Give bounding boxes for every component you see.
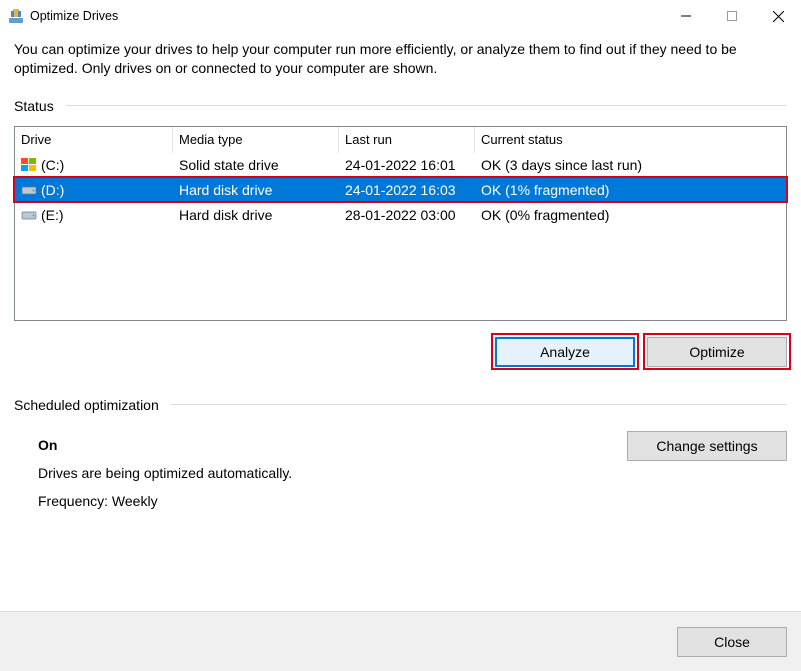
- drive-media: Hard disk drive: [173, 207, 339, 223]
- app-icon: [8, 8, 24, 24]
- title-bar: Optimize Drives: [0, 0, 801, 32]
- table-header: Drive Media type Last run Current status: [15, 127, 786, 153]
- close-button[interactable]: Close: [677, 627, 787, 657]
- drive-last: 24-01-2022 16:03: [339, 182, 475, 198]
- scheduled-section: Scheduled optimization On Drives are bei…: [14, 397, 787, 515]
- scheduled-on: On: [38, 431, 627, 459]
- drive-icon: [21, 182, 37, 198]
- close-window-button[interactable]: [755, 0, 801, 32]
- window-title: Optimize Drives: [30, 9, 118, 23]
- scheduled-label: Scheduled optimization: [14, 397, 159, 413]
- drive-last: 24-01-2022 16:01: [339, 157, 475, 173]
- maximize-button: [709, 0, 755, 32]
- footer-bar: Close: [0, 611, 801, 671]
- change-settings-button[interactable]: Change settings: [627, 431, 787, 461]
- drive-icon: [21, 207, 37, 223]
- drive-media: Hard disk drive: [173, 182, 339, 198]
- drive-last: 28-01-2022 03:00: [339, 207, 475, 223]
- minimize-icon: [681, 11, 691, 21]
- table-row[interactable]: (C:) Solid state drive24-01-2022 16:01OK …: [15, 153, 786, 178]
- drives-table[interactable]: Drive Media type Last run Current status…: [14, 126, 787, 321]
- scheduled-freq: Frequency: Weekly: [38, 487, 627, 515]
- drive-name: (D:): [41, 182, 64, 198]
- drive-status: OK (0% fragmented): [475, 207, 786, 223]
- drive-name: (E:): [41, 207, 64, 223]
- scheduled-auto: Drives are being optimized automatically…: [38, 459, 627, 487]
- drive-icon: [21, 157, 37, 173]
- table-row[interactable]: (E:) Hard disk drive28-01-2022 03:00OK (0…: [15, 203, 786, 228]
- intro-text: You can optimize your drives to help you…: [14, 40, 787, 78]
- analyze-button[interactable]: Analyze: [495, 337, 635, 367]
- minimize-button[interactable]: [663, 0, 709, 32]
- drive-status: OK (1% fragmented): [475, 182, 786, 198]
- divider: [171, 404, 787, 405]
- divider: [66, 105, 787, 106]
- col-drive[interactable]: Drive: [15, 127, 173, 153]
- maximize-icon: [727, 11, 737, 21]
- col-last[interactable]: Last run: [339, 127, 475, 153]
- status-label: Status: [14, 98, 54, 114]
- col-media[interactable]: Media type: [173, 127, 339, 153]
- drive-name: (C:): [41, 157, 64, 173]
- status-section-header: Status: [14, 98, 787, 114]
- close-icon: [773, 11, 784, 22]
- table-row[interactable]: (D:) Hard disk drive24-01-2022 16:03OK (1…: [15, 178, 786, 203]
- drive-status: OK (3 days since last run): [475, 157, 786, 173]
- col-status[interactable]: Current status: [475, 127, 786, 153]
- drive-media: Solid state drive: [173, 157, 339, 173]
- optimize-button[interactable]: Optimize: [647, 337, 787, 367]
